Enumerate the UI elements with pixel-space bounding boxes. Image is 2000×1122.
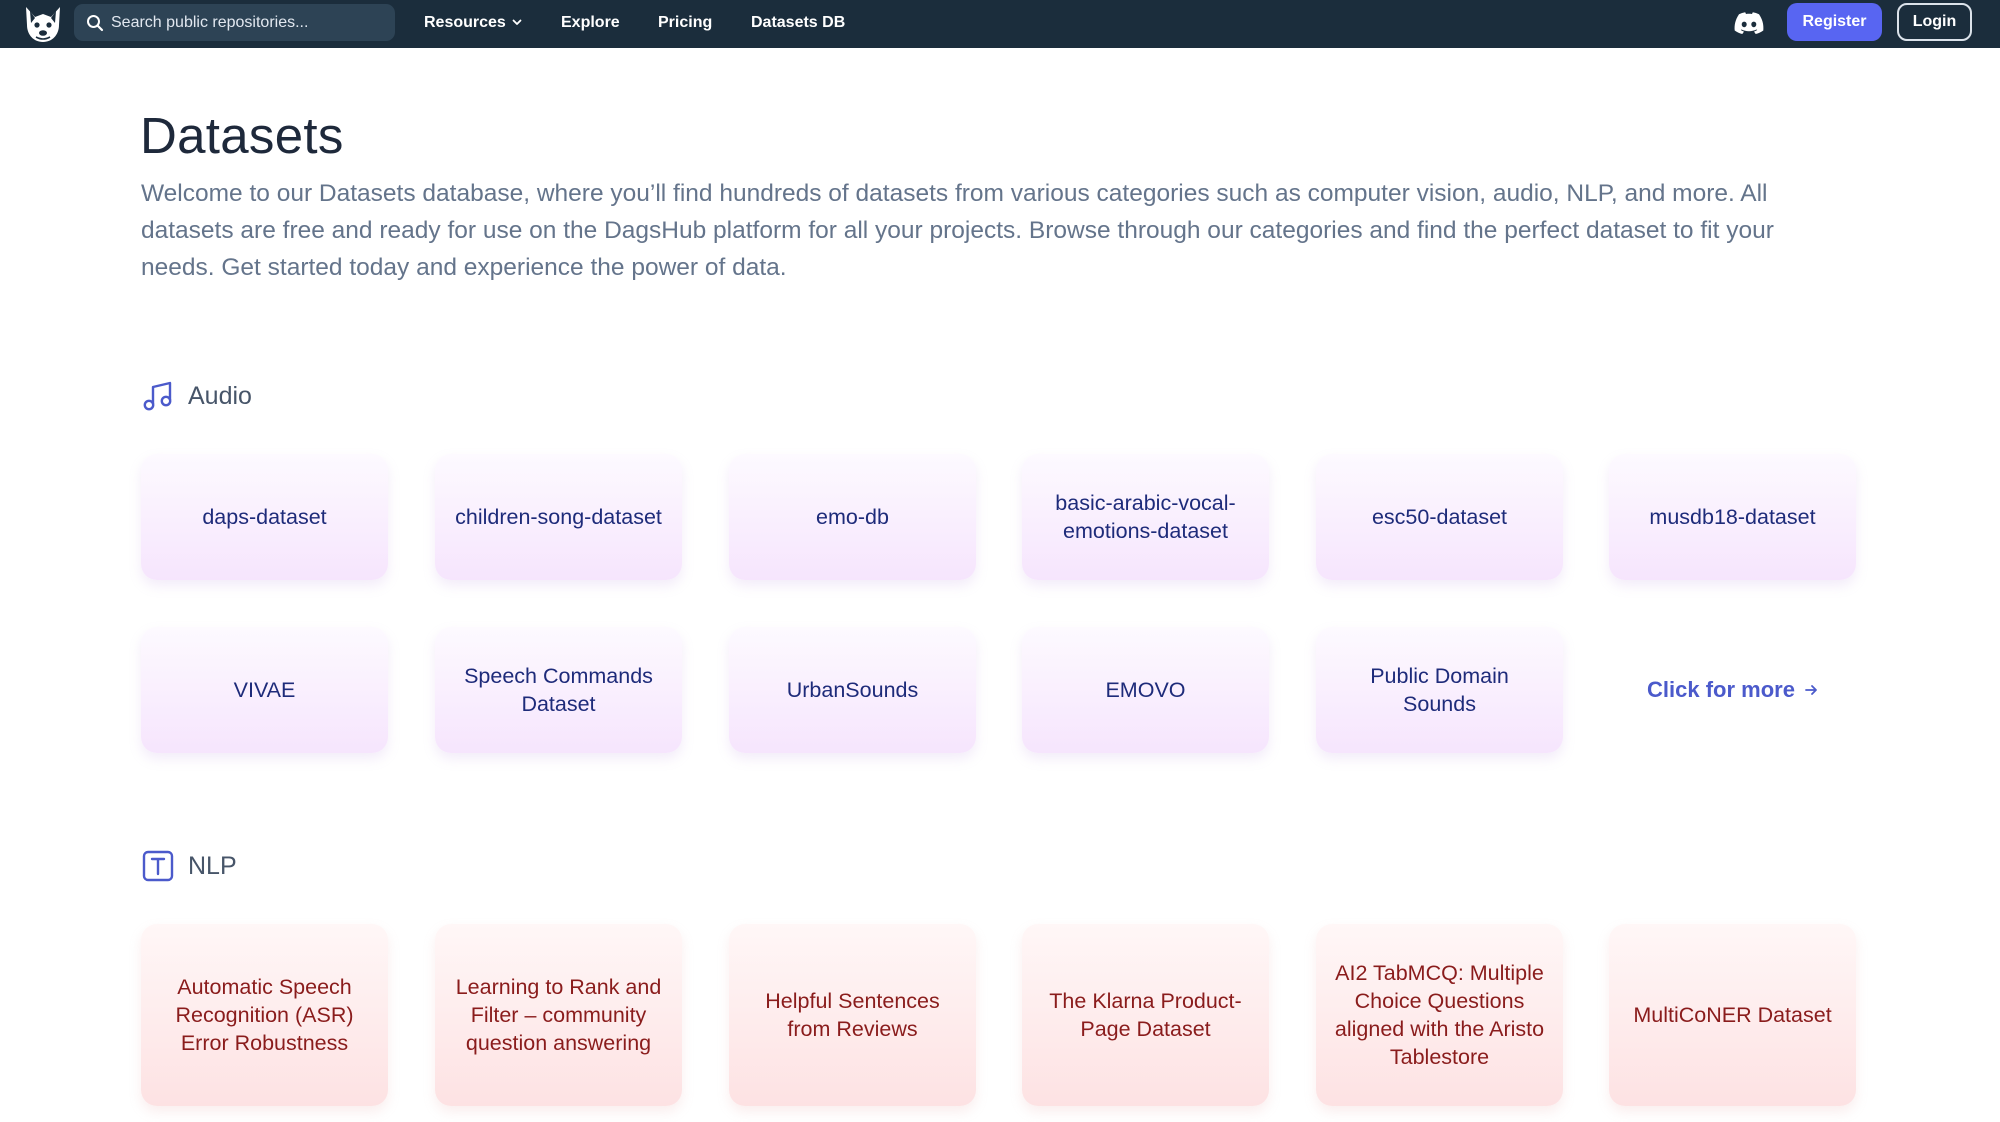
dataset-card[interactable]: AI2 TabMCQ: Multiple Choice Questions al… (1316, 924, 1563, 1106)
section-label-audio: Audio (188, 382, 252, 410)
dagshub-logo-icon[interactable] (22, 3, 64, 45)
nav-datasets-db[interactable]: Datasets DB (751, 0, 845, 45)
dataset-card[interactable]: daps-dataset (141, 454, 388, 580)
section-label-nlp: NLP (188, 852, 237, 880)
click-for-more-link[interactable]: Click for more (1609, 627, 1856, 753)
dataset-card[interactable]: basic-arabic-vocal-emotions-dataset (1022, 454, 1269, 580)
dataset-card[interactable]: MultiCoNER Dataset (1609, 924, 1856, 1106)
dataset-card[interactable]: emo-db (729, 454, 976, 580)
page-intro: Welcome to our Datasets database, where … (141, 180, 1774, 281)
dataset-card[interactable]: Automatic Speech Recognition (ASR) Error… (141, 924, 388, 1106)
dataset-card[interactable]: VIVAE (141, 627, 388, 753)
register-button[interactable]: Register (1787, 3, 1882, 41)
nav-pricing[interactable]: Pricing (658, 0, 712, 45)
dataset-card[interactable]: children-song-dataset (435, 454, 682, 580)
dataset-card[interactable]: esc50-dataset (1316, 454, 1563, 580)
page-title: Datasets (140, 107, 344, 164)
arrow-right-icon (1805, 685, 1817, 695)
nav-resources[interactable]: Resources (424, 0, 523, 45)
search-icon (87, 15, 104, 32)
text-box-icon (142, 850, 174, 882)
discord-icon[interactable] (1734, 12, 1764, 34)
search-placeholder: Search public repositories... (111, 14, 309, 31)
dataset-card[interactable]: EMOVO (1022, 627, 1269, 753)
dataset-card[interactable]: Helpful Sentences from Reviews (729, 924, 976, 1106)
dataset-card[interactable]: Speech Commands Dataset (435, 627, 682, 753)
dataset-card[interactable]: Learning to Rank and Filter – community … (435, 924, 682, 1106)
click-for-more-label: Click for more (1647, 677, 1795, 702)
dataset-card[interactable]: Public Domain Sounds (1316, 627, 1563, 753)
search-input[interactable]: Search public repositories... (74, 4, 395, 41)
top-navbar: Search public repositories... Resources … (0, 0, 2000, 48)
dataset-card[interactable]: The Klarna Product-Page Dataset (1022, 924, 1269, 1106)
music-note-icon (143, 381, 172, 411)
nav-explore[interactable]: Explore (561, 0, 620, 45)
login-button[interactable]: Login (1897, 3, 1972, 41)
nav-resources-label: Resources (424, 14, 506, 31)
dataset-card[interactable]: UrbanSounds (729, 627, 976, 753)
dataset-card[interactable]: musdb18-dataset (1609, 454, 1856, 580)
chevron-down-icon (512, 19, 522, 25)
